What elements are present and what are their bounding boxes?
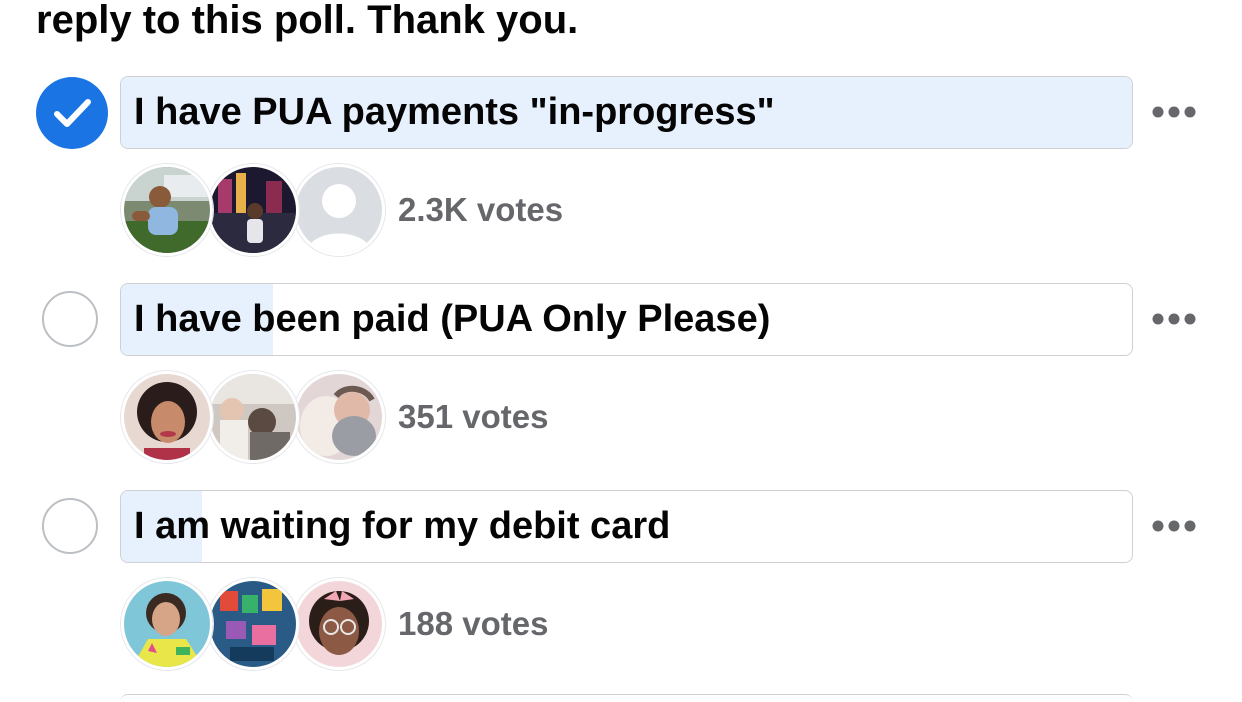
vote-count[interactable]: 188 votes	[398, 602, 548, 646]
voter-avatars[interactable]	[121, 164, 385, 260]
voter-avatar[interactable]	[207, 578, 299, 670]
voter-avatar[interactable]	[121, 578, 213, 670]
poll-option-bar[interactable]: I have been paid (PUA Only Please)	[120, 283, 1133, 356]
poll-option-1: I have PUA payments "in-progress" 2.3K v…	[0, 76, 1242, 266]
check-icon	[54, 99, 91, 127]
poll-intro-text: reply to this poll. Thank you.	[36, 0, 579, 42]
voter-avatar[interactable]	[207, 164, 299, 256]
voter-avatar[interactable]	[121, 164, 213, 256]
more-horizontal-icon	[1152, 520, 1196, 532]
poll-option-3: I am waiting for my debit card 188 votes	[0, 490, 1242, 680]
vote-count[interactable]: 351 votes	[398, 395, 548, 439]
voter-avatar[interactable]	[293, 371, 385, 463]
more-horizontal-icon	[1152, 313, 1196, 325]
poll-option-label: I am waiting for my debit card	[134, 505, 671, 547]
poll-option-label: I have been paid (PUA Only Please)	[134, 298, 771, 340]
poll-option-radio-checked[interactable]	[36, 77, 108, 149]
voter-avatar[interactable]	[121, 371, 213, 463]
more-options-button[interactable]	[1150, 307, 1206, 331]
poll-option-bar[interactable]: I am waiting for my debit card	[120, 490, 1133, 563]
poll-option-2: I have been paid (PUA Only Please) 351 v…	[0, 283, 1242, 473]
voter-avatar[interactable]	[207, 371, 299, 463]
more-horizontal-icon	[1152, 106, 1196, 118]
voter-avatars[interactable]	[121, 371, 385, 467]
poll-option-radio[interactable]	[42, 498, 98, 554]
voter-avatars[interactable]	[121, 578, 385, 674]
more-options-button[interactable]	[1150, 514, 1206, 538]
next-poll-option-edge	[120, 694, 1133, 702]
vote-count[interactable]: 2.3K votes	[398, 188, 563, 232]
more-options-button[interactable]	[1150, 100, 1206, 124]
poll-option-bar[interactable]: I have PUA payments "in-progress"	[120, 76, 1133, 149]
voter-avatar[interactable]	[293, 578, 385, 670]
poll-option-label: I have PUA payments "in-progress"	[134, 91, 775, 133]
default-person-avatar-icon[interactable]	[293, 164, 385, 256]
poll-option-radio[interactable]	[42, 291, 98, 347]
